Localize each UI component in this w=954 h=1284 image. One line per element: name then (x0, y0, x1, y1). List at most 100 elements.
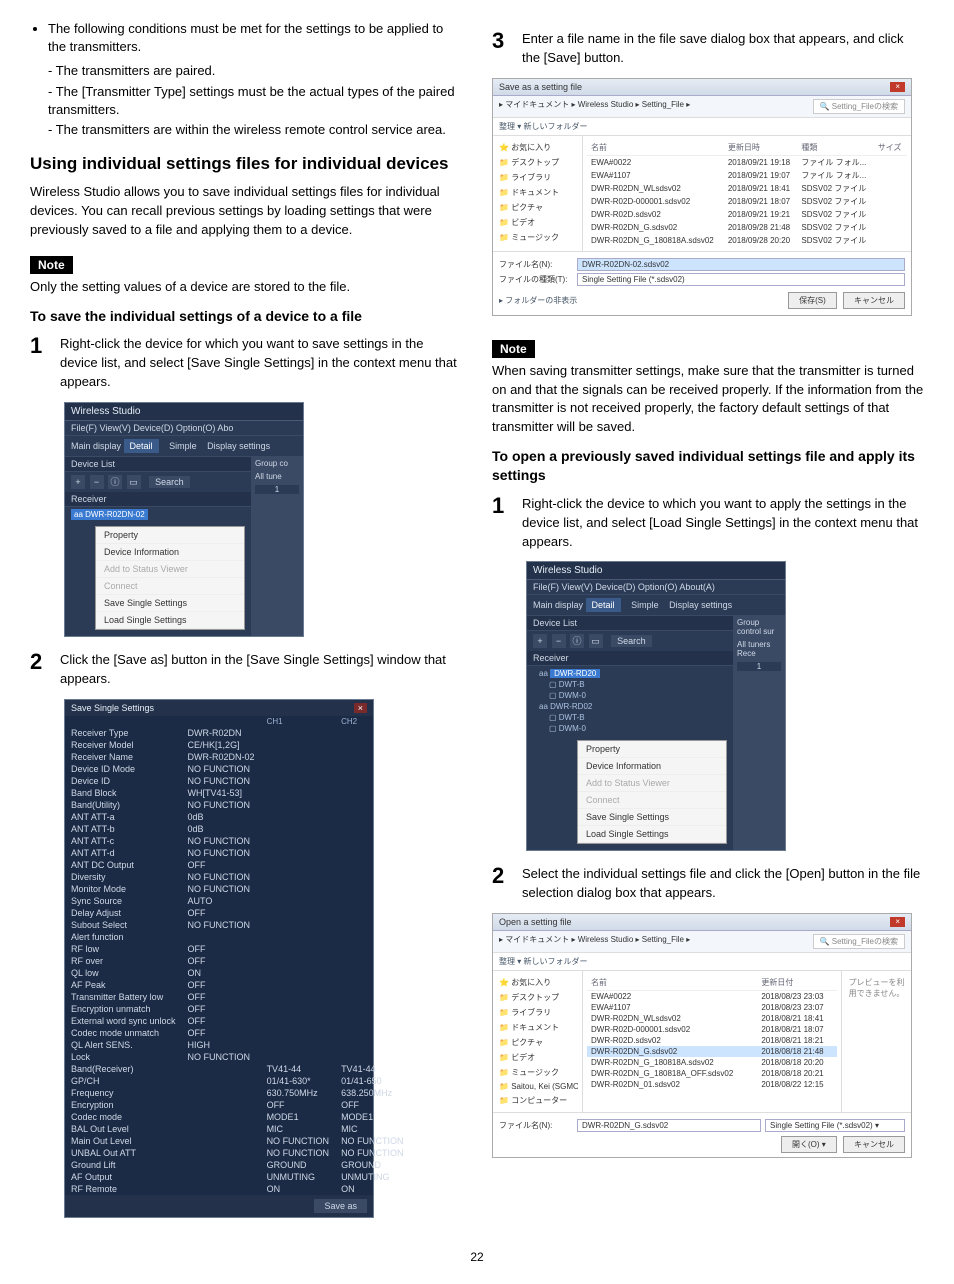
tab-simple[interactable]: Simple (625, 598, 665, 612)
search-input[interactable]: 🔍 Setting_Fileの検索 (813, 934, 905, 949)
device-list-toolbar: + − ⓘ ▭ Search (527, 631, 733, 651)
app-menubar: File(F) View(V) Device(D) Option(O) Abou… (527, 580, 785, 595)
file-row[interactable]: DWR-R02DN_WLsdsv022018/08/21 18:41 (587, 1013, 837, 1024)
tab-simple[interactable]: Simple (163, 439, 203, 453)
tab-detail[interactable]: Detail (586, 598, 621, 612)
sidebar-item[interactable]: デスクトップ (497, 155, 578, 170)
file-row[interactable]: DWR-R02D.sdsv022018/09/21 19:21SDSV02 ファ… (587, 208, 907, 221)
search-button[interactable]: Search (149, 476, 190, 488)
main-display-tabs: Main display Detail Simple Display setti… (65, 436, 303, 457)
group-label: Group control sur (737, 618, 781, 636)
file-row[interactable]: DWR-R02DN_G.sdsv022018/08/18 21:48 (587, 1046, 837, 1057)
file-row[interactable]: EWA#11072018/09/21 19:07ファイル フォル... (587, 169, 907, 182)
app-titlebar: Wireless Studio (527, 562, 785, 580)
ctx-load-single[interactable]: Load Single Settings (96, 612, 244, 629)
minus-icon[interactable]: − (552, 634, 566, 648)
cancel-button[interactable]: キャンセル (843, 292, 905, 309)
ctx-device-info[interactable]: Device Information (578, 758, 726, 775)
filetype-label: ファイルの種類(T): (499, 274, 577, 285)
app-titlebar: Wireless Studio (65, 403, 303, 421)
sidebar-item[interactable]: ライブラリ (497, 1005, 578, 1020)
ctx-device-info[interactable]: Device Information (96, 544, 244, 561)
close-icon[interactable]: × (890, 82, 905, 92)
ctx-add-status-viewer[interactable]: Add to Status Viewer (578, 775, 726, 792)
file-row[interactable]: DWR-R02DN_01.sdsv022018/08/22 12:15 (587, 1079, 837, 1090)
tab-detail[interactable]: Detail (124, 439, 159, 453)
step-number: 2 (30, 651, 48, 673)
note-badge: Note (492, 340, 535, 358)
file-row[interactable]: DWR-R02D-000001.sdsv022018/08/21 18:07 (587, 1024, 837, 1035)
save-as-button[interactable]: Save as (314, 1199, 367, 1213)
info-icon[interactable]: ⓘ (570, 634, 584, 648)
ctx-connect[interactable]: Connect (96, 578, 244, 595)
ctx-add-status-viewer[interactable]: Add to Status Viewer (96, 561, 244, 578)
sidebar-item[interactable]: ビデオ (497, 1050, 578, 1065)
folder-hide-toggle[interactable]: ▸ フォルダーの非表示 (499, 295, 577, 306)
filename-field[interactable]: DWR-R02DN-02.sdsv02 (577, 258, 905, 271)
breadcrumb[interactable]: ▸ マイドキュメント ▸ Wireless Studio ▸ Setting_F… (499, 934, 690, 949)
plus-icon[interactable]: + (71, 475, 85, 489)
step-number: 2 (492, 865, 510, 887)
context-menu: Property Device Information Add to Statu… (95, 526, 245, 630)
sidebar-item[interactable]: コンピューター (497, 1093, 578, 1108)
selected-device[interactable]: aa DWR-R02DN-02 (71, 509, 148, 520)
file-list: 名前更新日時種類サイズ EWA#00222018/09/21 19:18ファイル… (583, 136, 911, 251)
ctx-property[interactable]: Property (96, 527, 244, 544)
sidebar-item[interactable]: ミュージック (497, 230, 578, 245)
sidebar-item[interactable]: ピクチャ (497, 200, 578, 215)
sidebar-item[interactable]: ビデオ (497, 215, 578, 230)
sidebar-item[interactable]: ドキュメント (497, 185, 578, 200)
plus-icon[interactable]: + (533, 634, 547, 648)
file-row[interactable]: DWR-R02DN_WLsdsv022018/09/21 18:41SDSV02… (587, 182, 907, 195)
file-row[interactable]: EWA#11072018/08/23 23:07 (587, 1002, 837, 1013)
save-button[interactable]: 保存(S) (788, 292, 837, 309)
close-icon[interactable]: × (890, 917, 905, 927)
screenshot-save-single-settings-window: Save Single Settings × CH1 CH2 Receiver … (64, 699, 374, 1218)
breadcrumb[interactable]: ▸ マイドキュメント ▸ Wireless Studio ▸ Setting_F… (499, 99, 690, 114)
file-row[interactable]: DWR-R02D-000001.sdsv022018/09/21 18:07SD… (587, 195, 907, 208)
filetype-field[interactable]: Single Setting File (*.sdsv02) (577, 273, 905, 286)
ctx-load-single[interactable]: Load Single Settings (578, 826, 726, 843)
minus-icon[interactable]: − (90, 475, 104, 489)
sidebar-item[interactable]: ピクチャ (497, 1035, 578, 1050)
dialog-toolbar[interactable]: 整理 ▾ 新しいフォルダー (493, 953, 911, 971)
filter-icon[interactable]: ▭ (127, 475, 141, 489)
note-text: Only the setting values of a device are … (30, 278, 462, 297)
dialog-sidebar: お気に入りデスクトップライブラリドキュメントピクチャビデオミュージック (493, 136, 583, 251)
file-row[interactable]: EWA#00222018/09/21 19:18ファイル フォル... (587, 155, 907, 169)
open-button[interactable]: 開く(O) ▾ (781, 1136, 837, 1153)
file-row[interactable]: DWR-R02D.sdsv022018/08/21 18:21 (587, 1035, 837, 1046)
sidebar-item[interactable]: お気に入り (497, 140, 578, 155)
cancel-button[interactable]: キャンセル (843, 1136, 905, 1153)
ctx-connect[interactable]: Connect (578, 792, 726, 809)
close-icon[interactable]: × (354, 703, 367, 713)
search-button[interactable]: Search (611, 635, 652, 647)
file-row[interactable]: EWA#00222018/08/23 23:03 (587, 991, 837, 1003)
note-badge: Note (30, 256, 73, 274)
subsection-save: To save the individual settings of a dev… (30, 307, 462, 326)
filetype-dropdown[interactable]: Single Setting File (*.sdsv02) ▾ (765, 1119, 905, 1132)
dialog-toolbar[interactable]: 整理 ▾ 新しいフォルダー (493, 118, 911, 136)
file-list: 名前更新日付 EWA#00222018/08/23 23:03EWA#11072… (583, 971, 841, 1112)
file-row[interactable]: DWR-R02DN_G_180818A_OFF.sdsv022018/08/18… (587, 1068, 837, 1079)
ctx-save-single[interactable]: Save Single Settings (578, 809, 726, 826)
filter-icon[interactable]: ▭ (589, 634, 603, 648)
ctx-property[interactable]: Property (578, 741, 726, 758)
step-number: 3 (492, 30, 510, 52)
sidebar-item[interactable]: お気に入り (497, 975, 578, 990)
sidebar-item[interactable]: Saitou, Kei (SGMO) (497, 1080, 578, 1093)
info-icon[interactable]: ⓘ (108, 475, 122, 489)
search-input[interactable]: 🔍 Setting_Fileの検索 (813, 99, 905, 114)
sidebar-item[interactable]: ドキュメント (497, 1020, 578, 1035)
sidebar-item[interactable]: ライブラリ (497, 170, 578, 185)
sidebar-item[interactable]: デスクトップ (497, 990, 578, 1005)
settings-table: CH1 CH2 Receiver TypeDWR-R02DNReceiver M… (65, 716, 410, 1195)
file-row[interactable]: DWR-R02DN_G.sdsv022018/09/28 21:48SDSV02… (587, 221, 907, 234)
file-row[interactable]: DWR-R02DN_G_180818A.sdsv022018/09/28 20:… (587, 234, 907, 247)
ctx-save-single[interactable]: Save Single Settings (96, 595, 244, 612)
sidebar-item[interactable]: ミュージック (497, 1065, 578, 1080)
display-settings-label: Display settings (669, 600, 732, 610)
filename-field[interactable]: DWR-R02DN_G.sdsv02 (577, 1119, 761, 1132)
window-title: Save Single Settings (71, 703, 154, 713)
file-row[interactable]: DWR-R02DN_G_180818A.sdsv022018/08/18 20:… (587, 1057, 837, 1068)
